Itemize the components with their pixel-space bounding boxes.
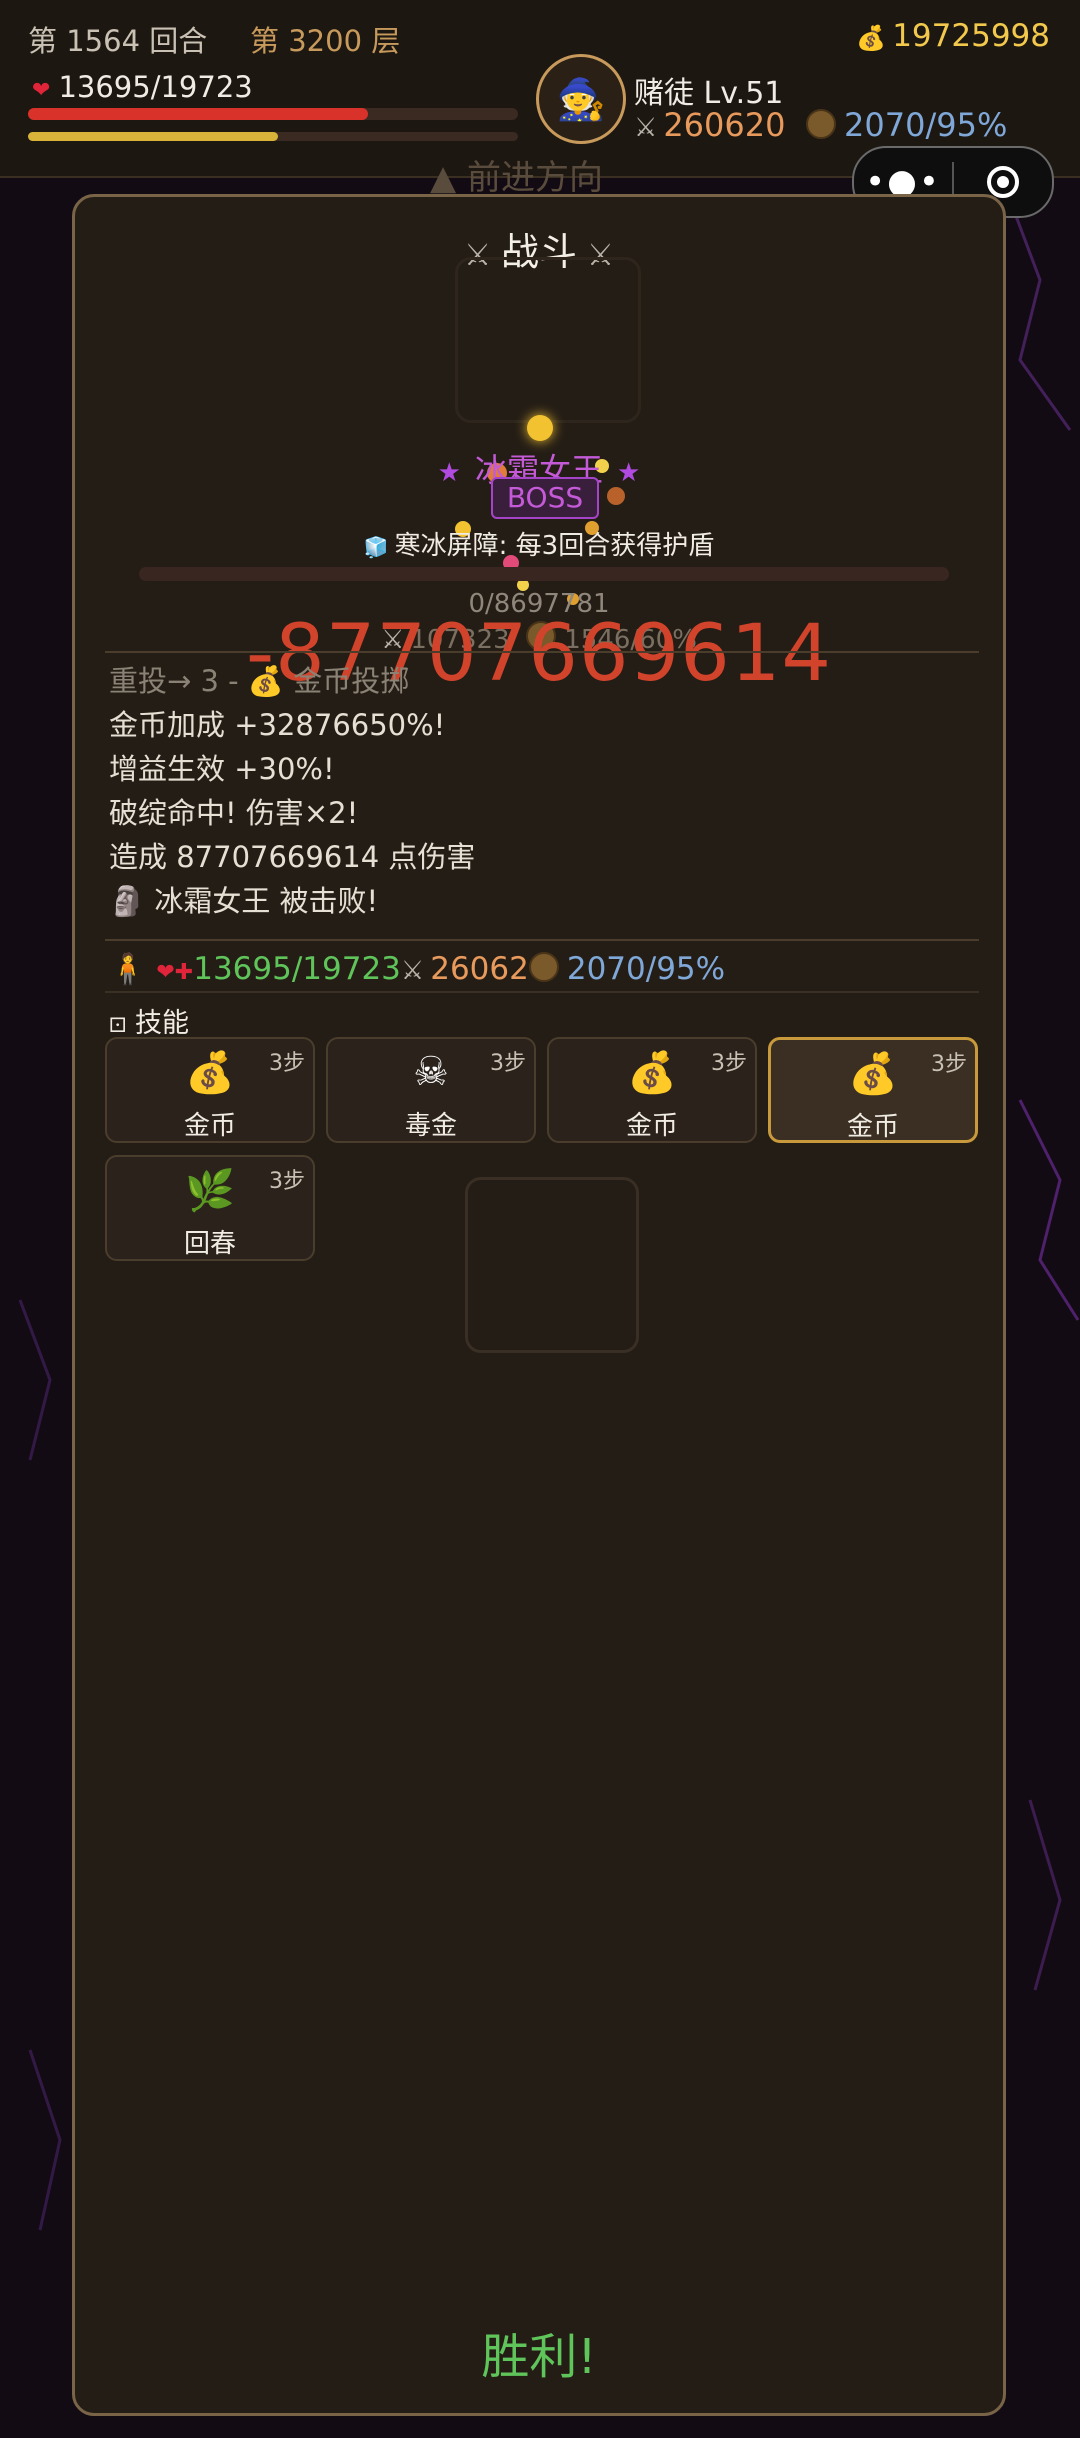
gold-bag-icon: 💰 [185, 1050, 235, 1096]
ghost-forward-hint: ▲ 前进方向 [430, 158, 603, 198]
skills-title: 技能 [134, 1008, 189, 1039]
player-hp: 13695/19723 [193, 951, 401, 987]
player-stat-row: 🧍 ❤✚13695/19723⚔ 26062 2070/95% [109, 951, 725, 987]
log-line-text: 冰霜女王 被击败! [154, 884, 379, 918]
skill-label: 金币 [625, 1111, 678, 1141]
log-line: 增益生效 +30%! [109, 752, 335, 786]
player-avatar[interactable]: 🧙 [536, 54, 626, 144]
divider [105, 939, 979, 941]
gold-display: 💰 19725998 [856, 18, 1050, 54]
log-line: 重投→ 3 - 💰 金币投掷 [109, 664, 410, 698]
hp-bar-fill [28, 108, 369, 120]
hp-value: 13695/19723 [58, 70, 253, 104]
hp-bar [28, 108, 518, 120]
skill-label: 金币 [846, 1112, 899, 1142]
ghost-tile [455, 257, 641, 423]
defense-value: 2070/95% [844, 106, 1008, 144]
battle-panel: ⚔ 战斗 ⚔ ★ 冰霜女王 ★ BOSS 🧊 寒冰屏障: 每3回合获得护盾 0/86977… [72, 194, 1006, 2416]
player-figure-icon: 🧍 [109, 952, 147, 987]
battle-log: 重投→ 3 - 💰 金币投掷 金币加成 +32876650%! 增益生效 +30… [109, 659, 969, 923]
boss-badge: BOSS [491, 477, 599, 519]
attack-value: 260620 [663, 106, 786, 144]
shield-coin-icon [528, 952, 559, 982]
ice-cube-icon: 🧊 [363, 535, 389, 559]
gold-bag-icon: 💰 [856, 24, 887, 52]
herb-icon: 🌿 [185, 1168, 235, 1214]
skill-card-gold-1[interactable]: 3步 💰 金币 [105, 1037, 315, 1143]
gold-amount: 19725998 [892, 18, 1050, 54]
log-line: 金币加成 +32876650%! [109, 708, 446, 742]
player-attack: ⚔ 260620 [634, 106, 785, 144]
divider [105, 991, 979, 993]
heart-icon: ❤ [32, 78, 51, 103]
gambler-icon: 🧙 [556, 76, 606, 123]
hp-plus-icon: ❤✚ [156, 960, 194, 985]
divider [105, 651, 979, 653]
skill-label: 回春 [183, 1229, 236, 1259]
hp-display: ❤ 13695/19723 [32, 70, 253, 104]
enemy-hp-bar [139, 567, 949, 581]
boss-skill-text: 🧊 寒冰屏障: 每3回合获得护盾 [75, 525, 1003, 562]
star-icon: ★ [437, 458, 461, 488]
crossed-swords-icon: ⚔ [400, 956, 425, 986]
skill-card-rejuvenate[interactable]: 3步 🌿 回春 [105, 1155, 315, 1261]
player-defense: 2070/95% [806, 106, 1007, 144]
log-line: 破绽命中! 伤害×2! [109, 796, 359, 830]
player-def: 2070/95% [566, 951, 726, 987]
dice-icon: ⚀ [109, 1013, 127, 1037]
skill-label: 毒金 [404, 1111, 457, 1141]
skill-label: 金币 [183, 1111, 236, 1141]
log-line: 造成 87707669614 点伤害 [109, 840, 476, 874]
ghost-tile [465, 1177, 639, 1353]
victory-text: 胜利! [481, 2329, 597, 2385]
player-atk: 26062 [430, 951, 529, 987]
log-line-defeat: 🗿 冰霜女王 被击败! [109, 879, 969, 923]
target-icon [987, 166, 1019, 198]
gold-bag-icon: 💰 [627, 1050, 677, 1096]
boss-skill-desc: 寒冰屏障: 每3回合获得护盾 [394, 531, 715, 561]
skills-header: ⚀ 技能 [109, 1001, 189, 1040]
exp-bar-fill [28, 132, 278, 141]
gold-bag-icon: 💰 [848, 1051, 898, 1097]
ice-queen-icon: 🗿 [109, 884, 146, 918]
exp-bar [28, 132, 518, 141]
round-counter: 第 1564 回合 [28, 24, 208, 58]
skull-icon: ☠ [413, 1049, 449, 1095]
skill-card-poison-gold[interactable]: 3步 ☠ 毒金 [326, 1037, 536, 1143]
shield-coin-icon [806, 109, 836, 139]
crossed-swords-icon: ⚔ [634, 113, 658, 143]
skill-card-gold-2[interactable]: 3步 💰 金币 [547, 1037, 757, 1143]
spark-particle [527, 415, 553, 441]
star-icon: ★ [617, 458, 641, 488]
skill-card-gold-3-selected[interactable]: 3步 💰 金币 [768, 1037, 978, 1143]
floor-counter: 第 3200 层 [250, 24, 401, 58]
